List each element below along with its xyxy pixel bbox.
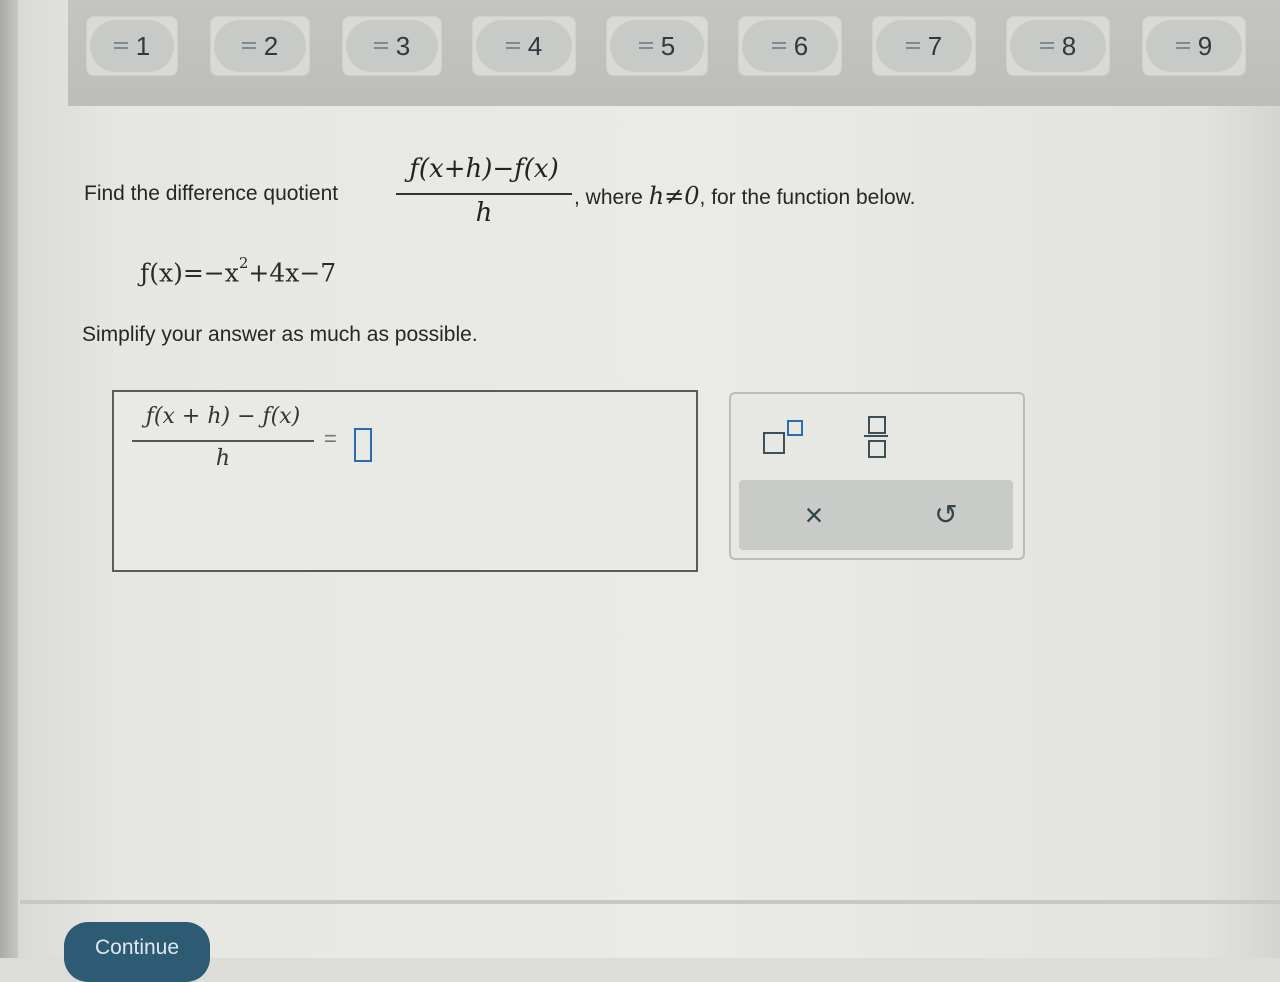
question-nav-item-1[interactable]: 1	[86, 16, 178, 76]
question-number: 1	[135, 30, 151, 61]
denominator-box	[868, 440, 886, 458]
problem-statement: Find the difference quotient ƒ(x+h)−ƒ(x)…	[84, 150, 1084, 240]
question-number: 9	[1197, 30, 1213, 61]
question-nav-item-2[interactable]: 2	[210, 16, 310, 76]
question-status-icon	[1039, 41, 1054, 51]
question-nav-item-5[interactable]: 5	[606, 16, 708, 76]
difference-quotient: ƒ(x+h)−ƒ(x) h	[396, 154, 572, 234]
continue-button[interactable]: Continue	[64, 922, 210, 982]
suffix-after: , for the function below.	[699, 186, 916, 209]
question-nav-item-4[interactable]: 4	[472, 16, 576, 76]
undo-button[interactable]: ↺	[921, 492, 971, 538]
equals-sign: =	[324, 426, 337, 451]
question-number: 6	[793, 30, 809, 61]
question-nav-item-3[interactable]: 3	[342, 16, 442, 76]
question-status-icon	[771, 41, 786, 51]
answer-input[interactable]	[354, 428, 372, 462]
palette-action-bar: × ↺	[739, 480, 1013, 550]
base-box	[763, 432, 785, 454]
question-number: 7	[927, 30, 943, 61]
fraction-icon[interactable]	[831, 394, 931, 474]
answer-denominator: h	[215, 446, 231, 471]
exponent-box	[787, 420, 803, 436]
question-number: 3	[395, 30, 411, 61]
quotient-denominator: h	[475, 198, 493, 228]
problem-prefix: Find the difference quotient	[84, 182, 339, 205]
question-nav-item-6[interactable]: 6	[738, 16, 842, 76]
window-edge	[0, 0, 18, 958]
quotient-numerator: ƒ(x+h)−ƒ(x)	[409, 154, 559, 184]
answer-box[interactable]: ƒ(x + h) − ƒ(x) h =	[112, 390, 698, 572]
answer-numerator: ƒ(x + h) − ƒ(x)	[145, 404, 301, 429]
question-number: 8	[1061, 30, 1077, 61]
question-status-icon	[638, 41, 653, 51]
question-status-icon	[241, 41, 256, 51]
footer-divider	[20, 900, 1280, 904]
superscript-icon[interactable]	[731, 394, 831, 474]
question-status-icon	[505, 41, 520, 51]
question-nav-bar: 1 2 3 4 5 6 7 8 9	[68, 0, 1280, 106]
function-definition: ƒ(x)=−x2+4x−7	[140, 254, 337, 288]
fraction-bar	[396, 193, 572, 195]
suffix-before: , where	[574, 186, 649, 209]
function-lhs: ƒ(x)=−x	[140, 258, 239, 288]
question-nav-item-7[interactable]: 7	[872, 16, 976, 76]
question-status-icon	[113, 41, 128, 51]
question-status-icon	[1175, 41, 1190, 51]
question-number: 4	[527, 30, 543, 61]
math-palette: × ↺	[729, 392, 1025, 560]
question-number: 2	[263, 30, 279, 61]
question-nav-item-9[interactable]: 9	[1142, 16, 1246, 76]
suffix-condition: h≠0	[648, 182, 700, 210]
fraction-line	[864, 435, 888, 437]
problem-suffix: , where h≠0, for the function below.	[574, 182, 916, 210]
question-status-icon	[373, 41, 388, 51]
question-number: 5	[660, 30, 676, 61]
screen: 1 2 3 4 5 6 7 8 9 Find the difference qu…	[0, 0, 1280, 982]
fraction-bar	[132, 440, 314, 442]
question-nav-item-8[interactable]: 8	[1006, 16, 1110, 76]
function-rhs: +4x−7	[248, 258, 337, 288]
answer-quotient: ƒ(x + h) − ƒ(x) h	[132, 404, 314, 476]
clear-button[interactable]: ×	[789, 492, 839, 538]
simplify-instruction: Simplify your answer as much as possible…	[82, 323, 478, 346]
numerator-box	[868, 416, 886, 434]
question-status-icon	[905, 41, 920, 51]
function-exponent: 2	[238, 254, 249, 272]
